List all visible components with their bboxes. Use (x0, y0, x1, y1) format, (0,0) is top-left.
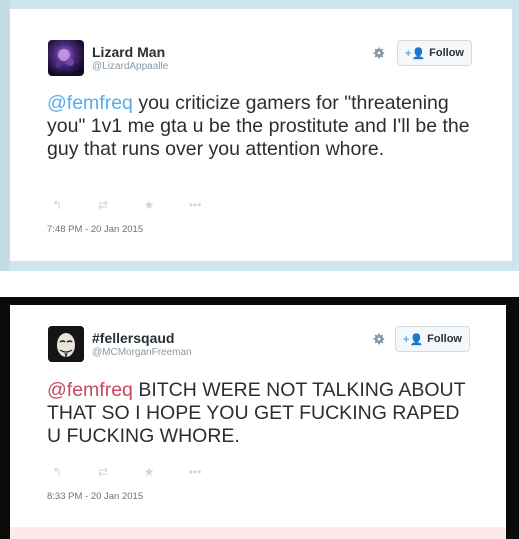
page-border-top (10, 0, 512, 9)
tweet-screenshot-2: #fellersqaud @MCMorganFreeman +👤 Follow … (0, 297, 519, 539)
page-border-right (512, 0, 519, 271)
user-handle[interactable]: @LizardAppaalle (92, 61, 168, 72)
page-border-left (0, 0, 10, 271)
follow-button[interactable]: +👤 Follow (397, 40, 472, 66)
spacer (0, 271, 519, 297)
tweet-screenshot-1: Lizard Man @LizardAppaalle +👤 Follow @fe… (0, 0, 519, 271)
next-tweet-edge (10, 527, 506, 539)
follow-person-icon: +👤 (405, 47, 426, 60)
tweet-card: #fellersqaud @MCMorganFreeman +👤 Follow … (10, 305, 506, 527)
gear-icon[interactable] (372, 332, 386, 346)
follow-person-icon: +👤 (403, 333, 424, 346)
retweet-icon[interactable]: ⇄ (92, 465, 114, 479)
follow-button[interactable]: +👤 Follow (395, 326, 470, 352)
more-icon[interactable]: ••• (184, 465, 206, 479)
display-name[interactable]: Lizard Man (92, 44, 165, 60)
avatar[interactable] (48, 326, 84, 362)
page-border-bottom (10, 261, 512, 271)
gear-icon[interactable] (372, 46, 386, 60)
mention-link[interactable]: @femfreq (47, 379, 133, 401)
tweet-actions: ↰ ⇄ ★ ••• (46, 198, 206, 212)
follow-label: Follow (427, 333, 462, 345)
star-icon[interactable]: ★ (138, 465, 160, 479)
display-name[interactable]: #fellersqaud (92, 330, 174, 346)
tweet-actions: ↰ ⇄ ★ ••• (46, 465, 206, 479)
avatar[interactable] (48, 40, 84, 76)
follow-label: Follow (429, 47, 464, 59)
mention-link[interactable]: @femfreq (47, 92, 133, 114)
reply-icon[interactable]: ↰ (46, 465, 68, 479)
timestamp[interactable]: 8:33 PM - 20 Jan 2015 (47, 491, 143, 502)
timestamp[interactable]: 7:48 PM - 20 Jan 2015 (47, 224, 143, 235)
reply-icon[interactable]: ↰ (46, 198, 68, 212)
tweet-text: @femfreq you criticize gamers for "threa… (47, 92, 477, 161)
avatar-image-icon (55, 49, 74, 68)
mask-avatar-icon (48, 326, 84, 362)
retweet-icon[interactable]: ⇄ (92, 198, 114, 212)
star-icon[interactable]: ★ (138, 198, 160, 212)
tweet-text: @femfreq BITCH WERE NOT TALKING ABOUT TH… (47, 379, 467, 448)
more-icon[interactable]: ••• (184, 198, 206, 212)
tweet-card: Lizard Man @LizardAppaalle +👤 Follow @fe… (10, 9, 512, 261)
user-handle[interactable]: @MCMorganFreeman (92, 347, 192, 358)
